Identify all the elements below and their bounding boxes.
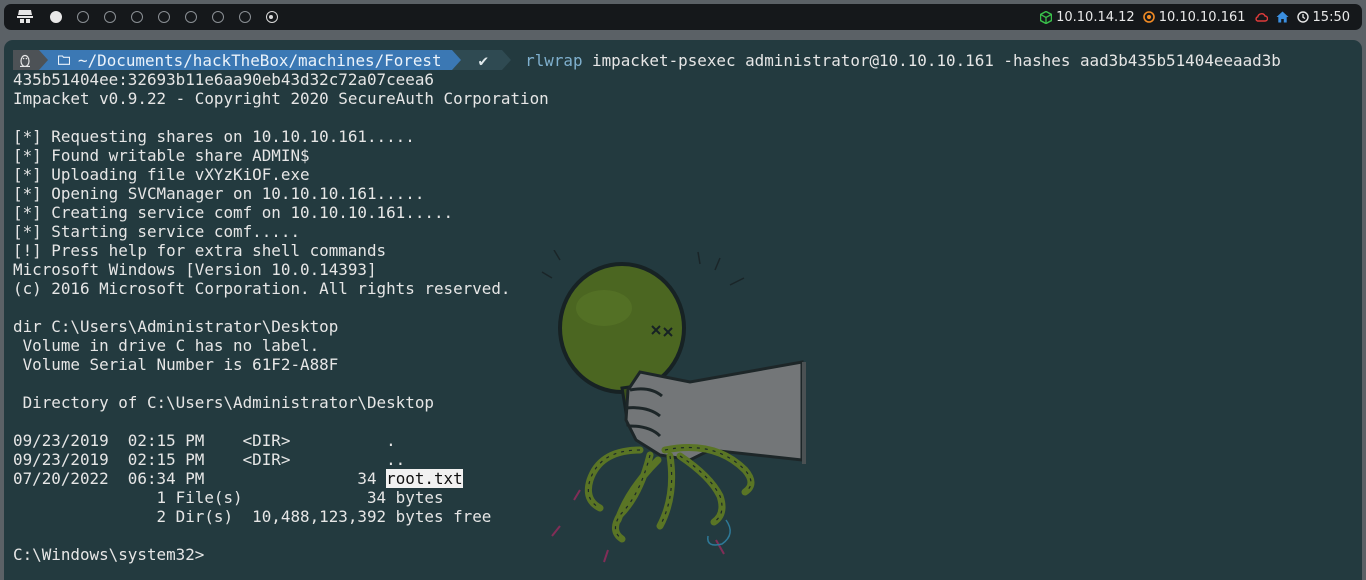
output-line: dir C:\Users\Administrator\Desktop	[13, 317, 339, 336]
cloud-status[interactable]	[1254, 12, 1268, 22]
prompt-status-segment: ✔	[460, 50, 503, 70]
workspace-1[interactable]	[49, 11, 62, 23]
vpn-ip-status: 10.10.14.12	[1040, 10, 1135, 25]
output-line: 1 File(s) 34 bytes	[13, 488, 444, 507]
workspace-2[interactable]	[76, 11, 89, 23]
output-line: Volume in drive C has no label.	[13, 336, 320, 355]
output-line: Directory of C:\Users\Administrator\Desk…	[13, 393, 434, 412]
clock-time: 15:50	[1312, 9, 1350, 25]
workspace-switcher	[14, 6, 285, 28]
prompt-path-segment: ~/Documents/hackTheBox/machines/Forest	[48, 50, 452, 70]
output-line: [*] Creating service comf on 10.10.10.16…	[13, 203, 454, 222]
command-args: impacket-psexec administrator@10.10.10.1…	[592, 50, 1281, 70]
output-line: [*] Opening SVCManager on 10.10.10.161..…	[13, 184, 425, 203]
workspace-9[interactable]	[265, 11, 278, 23]
clock-icon	[1296, 11, 1309, 23]
output-line: [!] Press help for extra shell commands	[13, 241, 387, 260]
workspace-3[interactable]	[103, 11, 116, 23]
output-line: Volume Serial Number is 61F2-A88F	[13, 355, 339, 374]
terminal-text: ~/Documents/hackTheBox/machines/Forest ✔…	[13, 49, 1362, 564]
output-line: [*] Uploading file vXYzKiOF.exe	[13, 165, 310, 184]
output-line: Impacket v0.9.22 - Copyright 2020 Secure…	[13, 89, 549, 108]
prompt-separator	[451, 50, 461, 70]
prompt-os-segment	[13, 50, 39, 70]
workspace-4[interactable]	[130, 11, 143, 23]
target-icon	[1142, 11, 1155, 23]
status-area: 10.10.14.12 10.10.10.161 15:50	[1040, 4, 1350, 30]
vpn-cube-icon	[1040, 10, 1053, 24]
output-line: [*] Requesting shares on 10.10.10.161...…	[13, 127, 415, 146]
prompt-separator	[39, 50, 48, 70]
success-check-icon: ✔	[478, 50, 489, 70]
output-line: [*] Starting service comf.....	[13, 222, 301, 241]
target-ip-status: 10.10.10.161	[1142, 9, 1246, 25]
output-line: 09/23/2019 02:15 PM <DIR> .	[13, 431, 396, 450]
output-line-root-file: 07/20/2022 06:34 PM 34 root.txt	[13, 469, 1362, 488]
output-line: 2 Dir(s) 10,488,123,392 bytes free	[13, 507, 492, 526]
linux-tux-icon	[20, 54, 30, 67]
vpn-ip: 10.10.14.12	[1056, 9, 1135, 25]
output-line: Microsoft Windows [Version 10.0.14393]	[13, 260, 377, 279]
output-line: (c) 2016 Microsoft Corporation. All righ…	[13, 279, 511, 298]
workspace-7[interactable]	[211, 11, 224, 23]
prompt-separator	[502, 50, 512, 70]
home-status[interactable]	[1276, 11, 1289, 23]
prompt-path: ~/Documents/hackTheBox/machines/Forest	[78, 50, 442, 70]
command-tool: rlwrap	[525, 50, 583, 70]
selected-filename[interactable]: root.txt	[386, 469, 463, 488]
top-bar: 10.10.14.12 10.10.10.161 15:50	[4, 4, 1362, 30]
folder-icon	[58, 55, 70, 65]
output-line: 09/23/2019 02:15 PM <DIR> ..	[13, 450, 406, 469]
clock: 15:50	[1296, 9, 1350, 25]
hacker-logo-icon	[14, 6, 36, 28]
output-line: 435b51404ee:32693b11e6aa90eb43d32c72a07c…	[13, 70, 434, 89]
shell-input-line[interactable]: C:\Windows\system32>	[13, 545, 1362, 564]
shell-prompt: ~/Documents/hackTheBox/machines/Forest ✔…	[13, 49, 1362, 71]
file-entry-prefix: 07/20/2022 06:34 PM 34	[13, 469, 387, 488]
home-icon	[1276, 11, 1289, 23]
output-line: [*] Found writable share ADMIN$	[13, 146, 310, 165]
workspace-5[interactable]	[157, 11, 170, 23]
workspace-6[interactable]	[184, 11, 197, 23]
cloud-icon	[1254, 13, 1268, 22]
target-ip: 10.10.10.161	[1158, 9, 1246, 25]
terminal-window[interactable]: ~/Documents/hackTheBox/machines/Forest ✔…	[4, 40, 1362, 580]
workspace-8[interactable]	[238, 11, 251, 23]
